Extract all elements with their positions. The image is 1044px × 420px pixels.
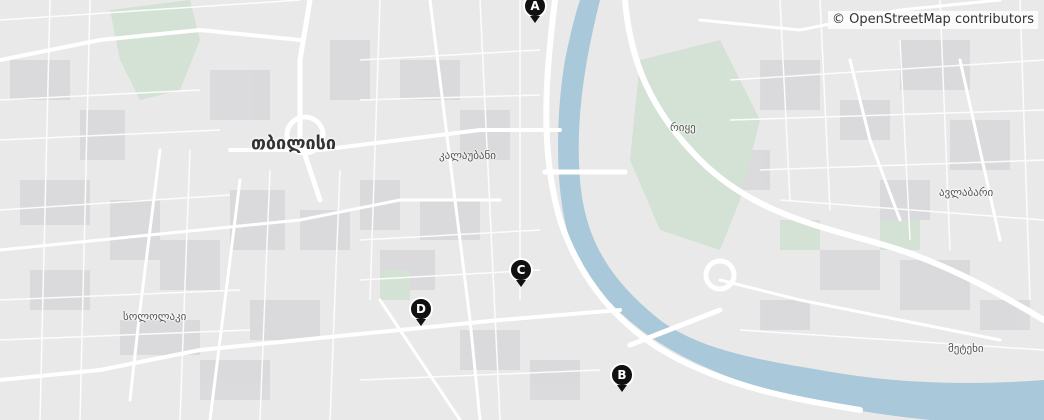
map-marker-a[interactable]: A: [522, 0, 548, 26]
map-marker-b[interactable]: B: [609, 363, 635, 395]
map-marker-d[interactable]: D: [408, 297, 434, 329]
map-marker-c[interactable]: C: [508, 258, 534, 290]
map-canvas[interactable]: © OpenStreetMap contributors თბილისი კალ…: [0, 0, 1044, 420]
district-label-sololaki: სოლოლაკი: [123, 310, 187, 323]
city-label: თბილისი: [251, 133, 337, 154]
marker-pin-tip: [530, 16, 540, 23]
marker-d-label: D: [409, 297, 433, 321]
marker-b-label: B: [610, 363, 634, 387]
district-label-metekhi: მეტეხი: [948, 342, 984, 355]
district-label-rike: რიყე: [670, 121, 696, 134]
district-label-avlabari: ავლაბარი: [939, 186, 994, 199]
map-base: [0, 0, 1044, 420]
marker-pin-tip: [617, 385, 627, 392]
district-label-kalaubani: კალაუბანი: [439, 149, 496, 162]
marker-c-label: C: [509, 258, 533, 282]
map-attribution[interactable]: © OpenStreetMap contributors: [828, 11, 1038, 29]
marker-pin-tip: [516, 280, 526, 287]
marker-pin-tip: [416, 319, 426, 326]
